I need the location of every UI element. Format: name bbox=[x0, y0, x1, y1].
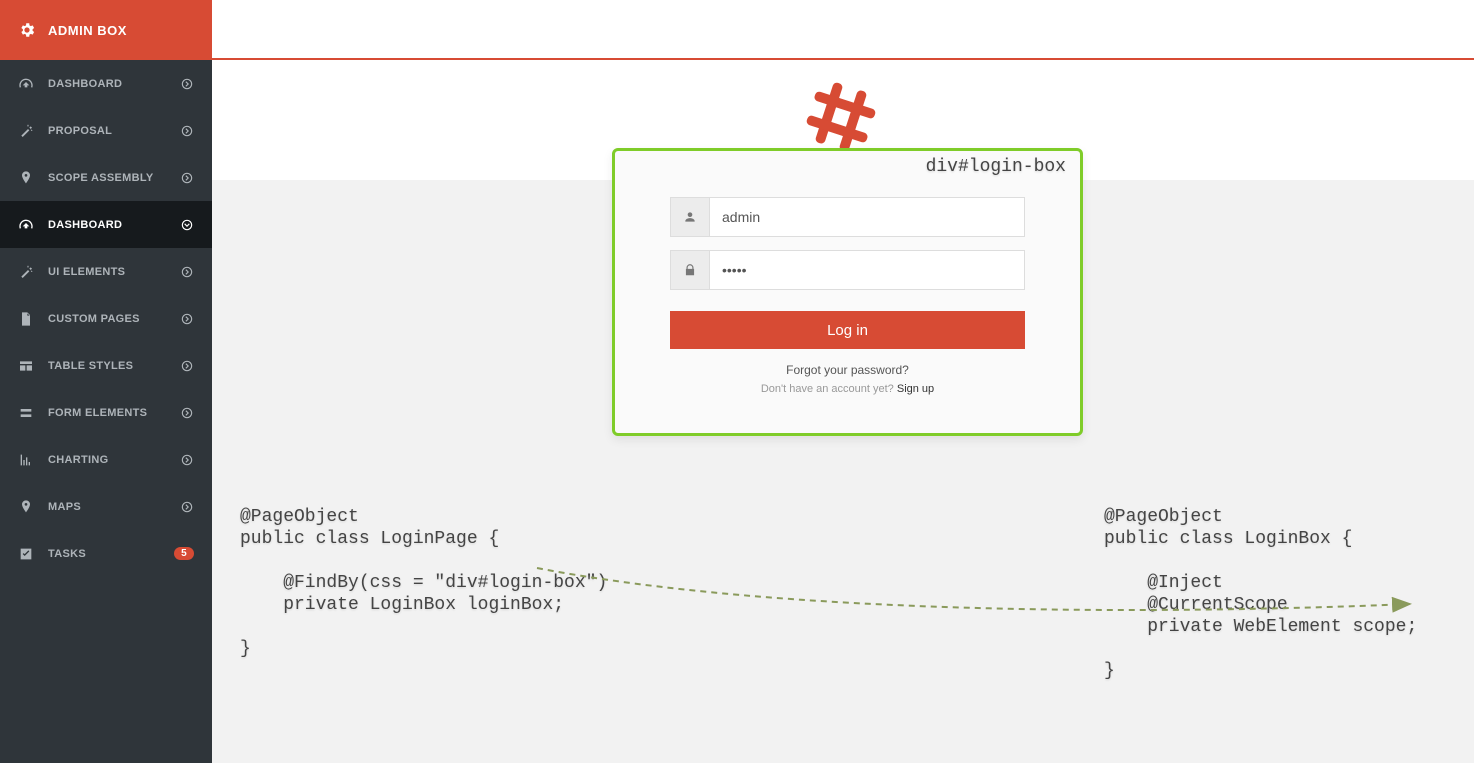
sidebar-item-label: CUSTOM PAGES bbox=[48, 313, 180, 325]
login-box-selector-label: div#login-box bbox=[926, 157, 1066, 177]
sidebar-item-dashboard-2[interactable]: DASHBOARD bbox=[0, 201, 212, 248]
content: div#login-box Log in Forgot your passw bbox=[212, 62, 1474, 763]
chart-icon bbox=[18, 452, 34, 468]
caret-icon bbox=[180, 312, 194, 326]
sidebar-item-form-elements[interactable]: FORM ELEMENTS bbox=[0, 389, 212, 436]
caret-icon bbox=[180, 359, 194, 373]
sidebar-item-proposal[interactable]: PROPOSAL bbox=[0, 107, 212, 154]
hash-icon bbox=[806, 82, 876, 152]
caret-icon bbox=[180, 77, 194, 91]
wand-icon bbox=[18, 123, 34, 139]
table-icon bbox=[18, 358, 34, 374]
sidebar-item-label: MAPS bbox=[48, 501, 180, 513]
sidebar-item-label: SCOPE ASSEMBLY bbox=[48, 172, 180, 184]
sidebar-item-label: DASHBOARD bbox=[48, 219, 180, 231]
gauge-icon bbox=[18, 217, 34, 233]
sidebar-item-table-styles[interactable]: TABLE STYLES bbox=[0, 342, 212, 389]
sidebar-item-label: TASKS bbox=[48, 548, 174, 560]
caret-icon bbox=[180, 406, 194, 420]
gauge-icon bbox=[18, 76, 34, 92]
forgot-password-link[interactable]: Forgot your password? bbox=[786, 363, 909, 377]
topbar bbox=[212, 0, 1474, 60]
code-snippet-right: @PageObject public class LoginBox { @Inj… bbox=[1104, 506, 1417, 682]
wand-icon bbox=[18, 264, 34, 280]
login-form: Log in Forgot your password? Don't have … bbox=[615, 151, 1080, 395]
code-snippet-left: @PageObject public class LoginPage { @Fi… bbox=[240, 506, 607, 660]
tasks-badge: 5 bbox=[174, 547, 194, 560]
main: div#login-box Log in Forgot your passw bbox=[212, 0, 1474, 763]
sidebar-item-label: TABLE STYLES bbox=[48, 360, 180, 372]
lock-icon bbox=[670, 250, 710, 290]
check-icon bbox=[18, 546, 34, 562]
password-row bbox=[670, 250, 1025, 290]
username-input[interactable] bbox=[710, 197, 1025, 237]
password-input[interactable] bbox=[710, 250, 1025, 290]
brand-bar[interactable]: ADMIN BOX bbox=[0, 0, 212, 60]
caret-down-icon bbox=[180, 218, 194, 232]
pin-icon bbox=[18, 499, 34, 515]
sidebar-item-charting[interactable]: CHARTING bbox=[0, 436, 212, 483]
nav: DASHBOARD PROPOSAL SCOPE ASSEMBLY DASHBO… bbox=[0, 60, 212, 577]
caret-icon bbox=[180, 453, 194, 467]
login-box-highlight: div#login-box Log in Forgot your passw bbox=[612, 148, 1083, 436]
gears-icon bbox=[18, 21, 36, 39]
sidebar-item-label: UI ELEMENTS bbox=[48, 266, 180, 278]
form-icon bbox=[18, 405, 34, 421]
sidebar-item-scope-assembly[interactable]: SCOPE ASSEMBLY bbox=[0, 154, 212, 201]
sidebar-item-label: DASHBOARD bbox=[48, 78, 180, 90]
file-icon bbox=[18, 311, 34, 327]
sidebar-item-label: FORM ELEMENTS bbox=[48, 407, 180, 419]
username-row bbox=[670, 197, 1025, 237]
caret-icon bbox=[180, 265, 194, 279]
sidebar-item-custom-pages[interactable]: CUSTOM PAGES bbox=[0, 295, 212, 342]
no-account-text: Don't have an account yet? bbox=[761, 383, 897, 395]
sidebar: ADMIN BOX DASHBOARD PROPOSAL SCOPE ASSEM… bbox=[0, 0, 212, 763]
login-links: Forgot your password? Don't have an acco… bbox=[670, 363, 1025, 395]
sidebar-item-tasks[interactable]: TASKS 5 bbox=[0, 530, 212, 577]
pin-icon bbox=[18, 170, 34, 186]
login-button[interactable]: Log in bbox=[670, 311, 1025, 349]
sidebar-item-label: PROPOSAL bbox=[48, 125, 180, 137]
sidebar-item-label: CHARTING bbox=[48, 454, 180, 466]
sidebar-item-maps[interactable]: MAPS bbox=[0, 483, 212, 530]
sidebar-item-ui-elements[interactable]: UI ELEMENTS bbox=[0, 248, 212, 295]
user-icon bbox=[670, 197, 710, 237]
sidebar-item-dashboard-1[interactable]: DASHBOARD bbox=[0, 60, 212, 107]
caret-icon bbox=[180, 171, 194, 185]
brand-title: ADMIN BOX bbox=[48, 23, 127, 38]
caret-icon bbox=[180, 124, 194, 138]
caret-icon bbox=[180, 500, 194, 514]
signup-link[interactable]: Sign up bbox=[897, 383, 934, 395]
